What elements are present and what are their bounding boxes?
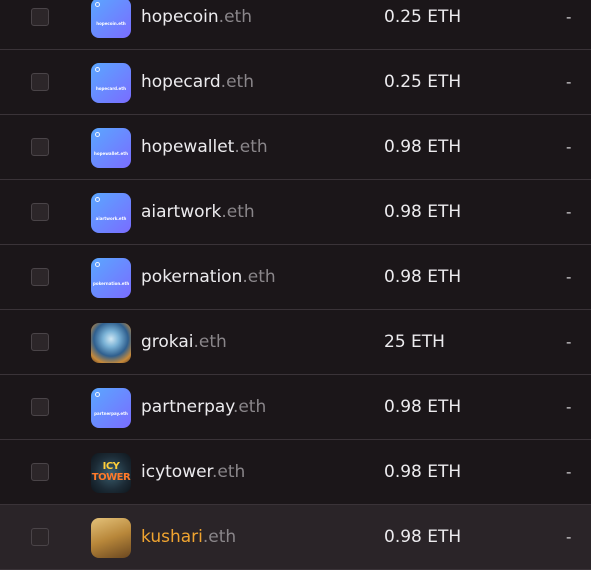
domain-tld: .eth bbox=[221, 202, 255, 222]
avatar-caption: partnerpay.eth bbox=[94, 411, 128, 416]
avatar-caption-line-2: TOWER bbox=[91, 472, 131, 483]
domain-price: 0.25 ETH bbox=[384, 72, 462, 92]
domain-name[interactable]: aiartwork.eth bbox=[141, 201, 255, 223]
row-extra: - bbox=[566, 73, 572, 91]
table-row[interactable]: hopecard.eth hopecard.eth 0.25 ETH - bbox=[0, 50, 591, 115]
row-extra: - bbox=[566, 268, 572, 286]
avatar-caption: hopecard.eth bbox=[95, 86, 127, 91]
domain-label: pokernation bbox=[141, 267, 243, 287]
row-extra: - bbox=[566, 8, 572, 26]
domain-list: hopecoin.eth hopecoin.eth 0.25 ETH - hop… bbox=[0, 0, 591, 570]
domain-name[interactable]: pokernation.eth bbox=[141, 266, 276, 288]
domain-avatar: hopewallet.eth bbox=[91, 128, 131, 168]
row-checkbox[interactable] bbox=[31, 268, 49, 286]
domain-tld: .eth bbox=[202, 527, 237, 547]
row-extra: - bbox=[566, 528, 572, 546]
domain-name[interactable]: hopewallet.eth bbox=[141, 136, 268, 158]
domain-avatar-image bbox=[91, 518, 131, 558]
table-row[interactable]: hopecoin.eth hopecoin.eth 0.25 ETH - bbox=[0, 0, 591, 50]
domain-tld: .eth bbox=[220, 72, 254, 92]
domain-name[interactable]: icytower.eth bbox=[141, 461, 245, 483]
domain-avatar: hopecoin.eth bbox=[91, 0, 131, 38]
domain-avatar: aiartwork.eth bbox=[91, 193, 131, 233]
domain-label: hopecoin bbox=[141, 7, 219, 27]
avatar-caption: hopecoin.eth bbox=[96, 21, 126, 26]
domain-tld: .eth bbox=[242, 267, 276, 287]
avatar-caption-line-1: ICY bbox=[102, 461, 120, 472]
row-checkbox[interactable] bbox=[31, 8, 49, 26]
domain-price: 0.25 ETH bbox=[384, 7, 462, 27]
domain-label: hopewallet bbox=[141, 137, 235, 157]
table-row[interactable]: hopewallet.eth hopewallet.eth 0.98 ETH - bbox=[0, 115, 591, 180]
ens-logo-icon bbox=[95, 262, 100, 267]
domain-tld: .eth bbox=[212, 462, 246, 482]
domain-label: partnerpay bbox=[141, 397, 233, 417]
table-row[interactable]: pokernation.eth pokernation.eth 0.98 ETH… bbox=[0, 245, 591, 310]
domain-avatar-image bbox=[91, 323, 131, 363]
row-extra: - bbox=[566, 463, 572, 481]
row-checkbox[interactable] bbox=[31, 528, 49, 546]
domain-name[interactable]: partnerpay.eth bbox=[141, 396, 266, 418]
domain-name[interactable]: hopecoin.eth bbox=[141, 6, 252, 28]
domain-price: 0.98 ETH bbox=[384, 137, 462, 157]
domain-avatar: hopecard.eth bbox=[91, 63, 131, 103]
domain-label: icytower bbox=[141, 462, 212, 482]
ens-logo-icon bbox=[95, 67, 100, 72]
avatar-caption: hopewallet.eth bbox=[94, 151, 128, 156]
domain-tld: .eth bbox=[218, 7, 252, 27]
row-checkbox[interactable] bbox=[31, 333, 49, 351]
row-checkbox[interactable] bbox=[31, 463, 49, 481]
table-row[interactable]: partnerpay.eth partnerpay.eth 0.98 ETH - bbox=[0, 375, 591, 440]
domain-avatar-image: ICY TOWER bbox=[91, 453, 131, 493]
table-row[interactable]: grokai.eth 25 ETH - bbox=[0, 310, 591, 375]
avatar-caption: pokernation.eth bbox=[93, 281, 129, 286]
domain-tld: .eth bbox=[193, 332, 227, 352]
row-checkbox[interactable] bbox=[31, 138, 49, 156]
row-extra: - bbox=[566, 203, 572, 221]
table-row[interactable]: aiartwork.eth aiartwork.eth 0.98 ETH - bbox=[0, 180, 591, 245]
avatar-caption: aiartwork.eth bbox=[95, 216, 127, 221]
row-checkbox[interactable] bbox=[31, 203, 49, 221]
domain-avatar: pokernation.eth bbox=[91, 258, 131, 298]
row-checkbox[interactable] bbox=[31, 398, 49, 416]
domain-price: 0.98 ETH bbox=[384, 267, 462, 287]
ens-logo-icon bbox=[95, 132, 100, 137]
ens-logo-icon bbox=[95, 197, 100, 202]
row-checkbox[interactable] bbox=[31, 73, 49, 91]
table-row[interactable]: ICY TOWER icytower.eth 0.98 ETH - bbox=[0, 440, 591, 505]
row-extra: - bbox=[566, 333, 572, 351]
domain-avatar: partnerpay.eth bbox=[91, 388, 131, 428]
table-row-hovered[interactable]: kushari.eth 0.98 ETH - bbox=[0, 505, 591, 570]
row-extra: - bbox=[566, 398, 572, 416]
domain-tld: .eth bbox=[234, 137, 268, 157]
domain-price: 0.98 ETH bbox=[384, 527, 462, 547]
ens-logo-icon bbox=[95, 392, 100, 397]
domain-price: 0.98 ETH bbox=[384, 462, 462, 482]
domain-name[interactable]: kushari.eth bbox=[141, 526, 236, 548]
domain-tld: .eth bbox=[232, 397, 267, 417]
domain-label: hopecard bbox=[141, 72, 221, 92]
domain-price: 0.98 ETH bbox=[384, 202, 462, 222]
domain-name[interactable]: hopecard.eth bbox=[141, 71, 254, 93]
row-extra: - bbox=[566, 138, 572, 156]
domain-label: aiartwork bbox=[141, 202, 222, 222]
domain-price: 25 ETH bbox=[384, 332, 445, 352]
domain-name[interactable]: grokai.eth bbox=[141, 331, 227, 353]
domain-price: 0.98 ETH bbox=[384, 397, 462, 417]
ens-logo-icon bbox=[95, 2, 100, 7]
domain-label: grokai bbox=[141, 332, 194, 352]
domain-label: kushari bbox=[141, 527, 203, 547]
